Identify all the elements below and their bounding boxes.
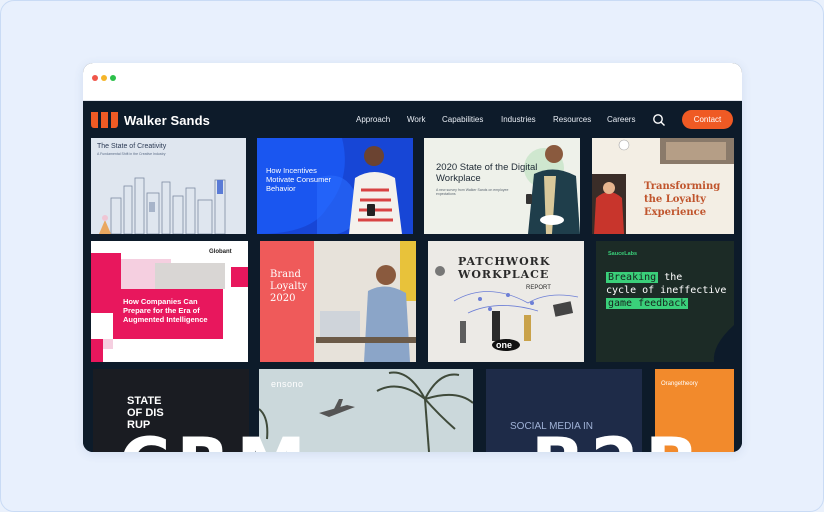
tile-patchwork-workplace[interactable]: PATCHWORK WORKPLACE REPORT one [428, 241, 584, 362]
tile-augmented-intelligence[interactable]: Globant How Companies Can Prepare for th… [91, 241, 248, 362]
tile-brand: SauceLabs [608, 251, 638, 257]
tile-subtitle: A new survey from Walker Sands on employ… [436, 188, 509, 196]
maximize-dot[interactable] [110, 75, 116, 81]
nav-link-industries[interactable]: Industries [501, 115, 536, 124]
minimize-dot[interactable] [101, 75, 107, 81]
tile-title-highlight: Breaking [606, 272, 659, 283]
nav-link-capabilities[interactable]: Capabilities [442, 115, 483, 124]
tile-title: Orangetheory [661, 381, 698, 387]
site-header: Walker Sands Approach Work Capabilities … [83, 101, 742, 138]
browser-window: Walker Sands Approach Work Capabilities … [83, 63, 742, 452]
tile-title: Breaking the cycle of ineffective game f… [606, 271, 732, 310]
walker-sands-logo-icon[interactable] [91, 112, 118, 128]
tile-title: Transforming the Loyalty Experience [644, 181, 721, 218]
tile-state-of-creativity[interactable]: The State of Creativity A Fundamental Sh… [91, 138, 246, 234]
search-icon[interactable] [652, 113, 666, 127]
tile-title-line3: game feedback [606, 298, 689, 309]
nav-link-resources[interactable]: Resources [553, 115, 591, 124]
close-dot[interactable] [92, 75, 98, 81]
nav-link-approach[interactable]: Approach [356, 115, 390, 124]
tile-digital-workplace[interactable]: 2020 State of the Digital Workplace A ne… [424, 138, 580, 234]
tile-subtitle: A Fundamental Shift in the Creative Indu… [97, 152, 166, 156]
tile-brand-loyalty-2020[interactable]: Brand Loyalty 2020 [260, 241, 416, 362]
tile-saucelabs[interactable]: SauceLabs Breaking the cycle of ineffect… [596, 241, 734, 362]
tile-title-word: the [664, 272, 683, 283]
overlay-heading-left: CRM [119, 423, 312, 452]
city-skyline-illustration [99, 177, 226, 234]
tile-loyalty-experience[interactable]: Transforming the Loyalty Experience [592, 138, 734, 234]
tile-incentives[interactable]: How Incentives Motivate Consumer Behavio… [257, 138, 413, 234]
dark-curve-graphic [713, 325, 734, 362]
tile-subtitle: REPORT [526, 285, 551, 291]
nav-link-work[interactable]: Work [407, 115, 426, 124]
tile-title: The State of Creativity [97, 143, 167, 150]
tile-title: PATCHWORK WORKPLACE [458, 255, 551, 281]
tile-brand: ensono [271, 379, 304, 389]
contact-button[interactable]: Contact [682, 110, 733, 129]
tile-logo: one [496, 340, 513, 350]
work-grid: The State of Creativity A Fundamental Sh… [83, 138, 742, 452]
overlay-heading-right: B2B [531, 423, 704, 452]
nav-link-careers[interactable]: Careers [607, 115, 635, 124]
tile-brand: Globant [209, 249, 232, 255]
tile-title: How Companies Can Prepare for the Era of… [123, 297, 208, 324]
browser-chrome [83, 63, 742, 101]
tile-title: 2020 State of the Digital Workplace [436, 162, 538, 184]
tile-title-line2: cycle of ineffective [606, 285, 727, 296]
person-with-phone-illustration [524, 145, 580, 234]
tile-title: Brand Loyalty 2020 [270, 269, 308, 304]
tile-title: How Incentives Motivate Consumer Behavio… [266, 166, 332, 193]
logo-text[interactable]: Walker Sands [124, 113, 210, 128]
